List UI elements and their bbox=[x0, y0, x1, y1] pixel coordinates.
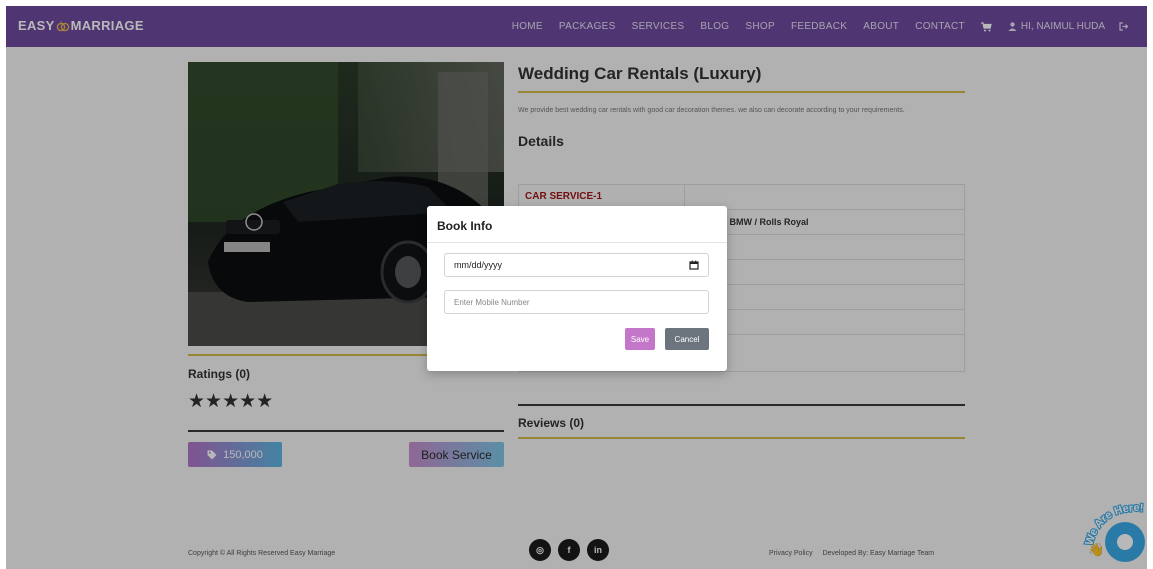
book-info-modal: Book Info mm/dd/yyyy Enter Mobile Number… bbox=[427, 206, 727, 371]
date-input[interactable]: mm/dd/yyyy bbox=[444, 253, 709, 277]
modal-title: Book Info bbox=[437, 219, 493, 233]
mobile-placeholder: Enter Mobile Number bbox=[454, 297, 530, 307]
date-placeholder: mm/dd/yyyy bbox=[454, 260, 503, 270]
save-button[interactable]: Save bbox=[625, 328, 655, 350]
cancel-button[interactable]: Cancel bbox=[665, 328, 709, 350]
page-frame: EASY MARRIAGE HOME PACKAGES SERVICES BLO… bbox=[6, 6, 1147, 569]
calendar-icon[interactable] bbox=[689, 260, 699, 270]
modal-header: Book Info bbox=[427, 206, 727, 243]
mobile-number-input[interactable]: Enter Mobile Number bbox=[444, 290, 709, 314]
